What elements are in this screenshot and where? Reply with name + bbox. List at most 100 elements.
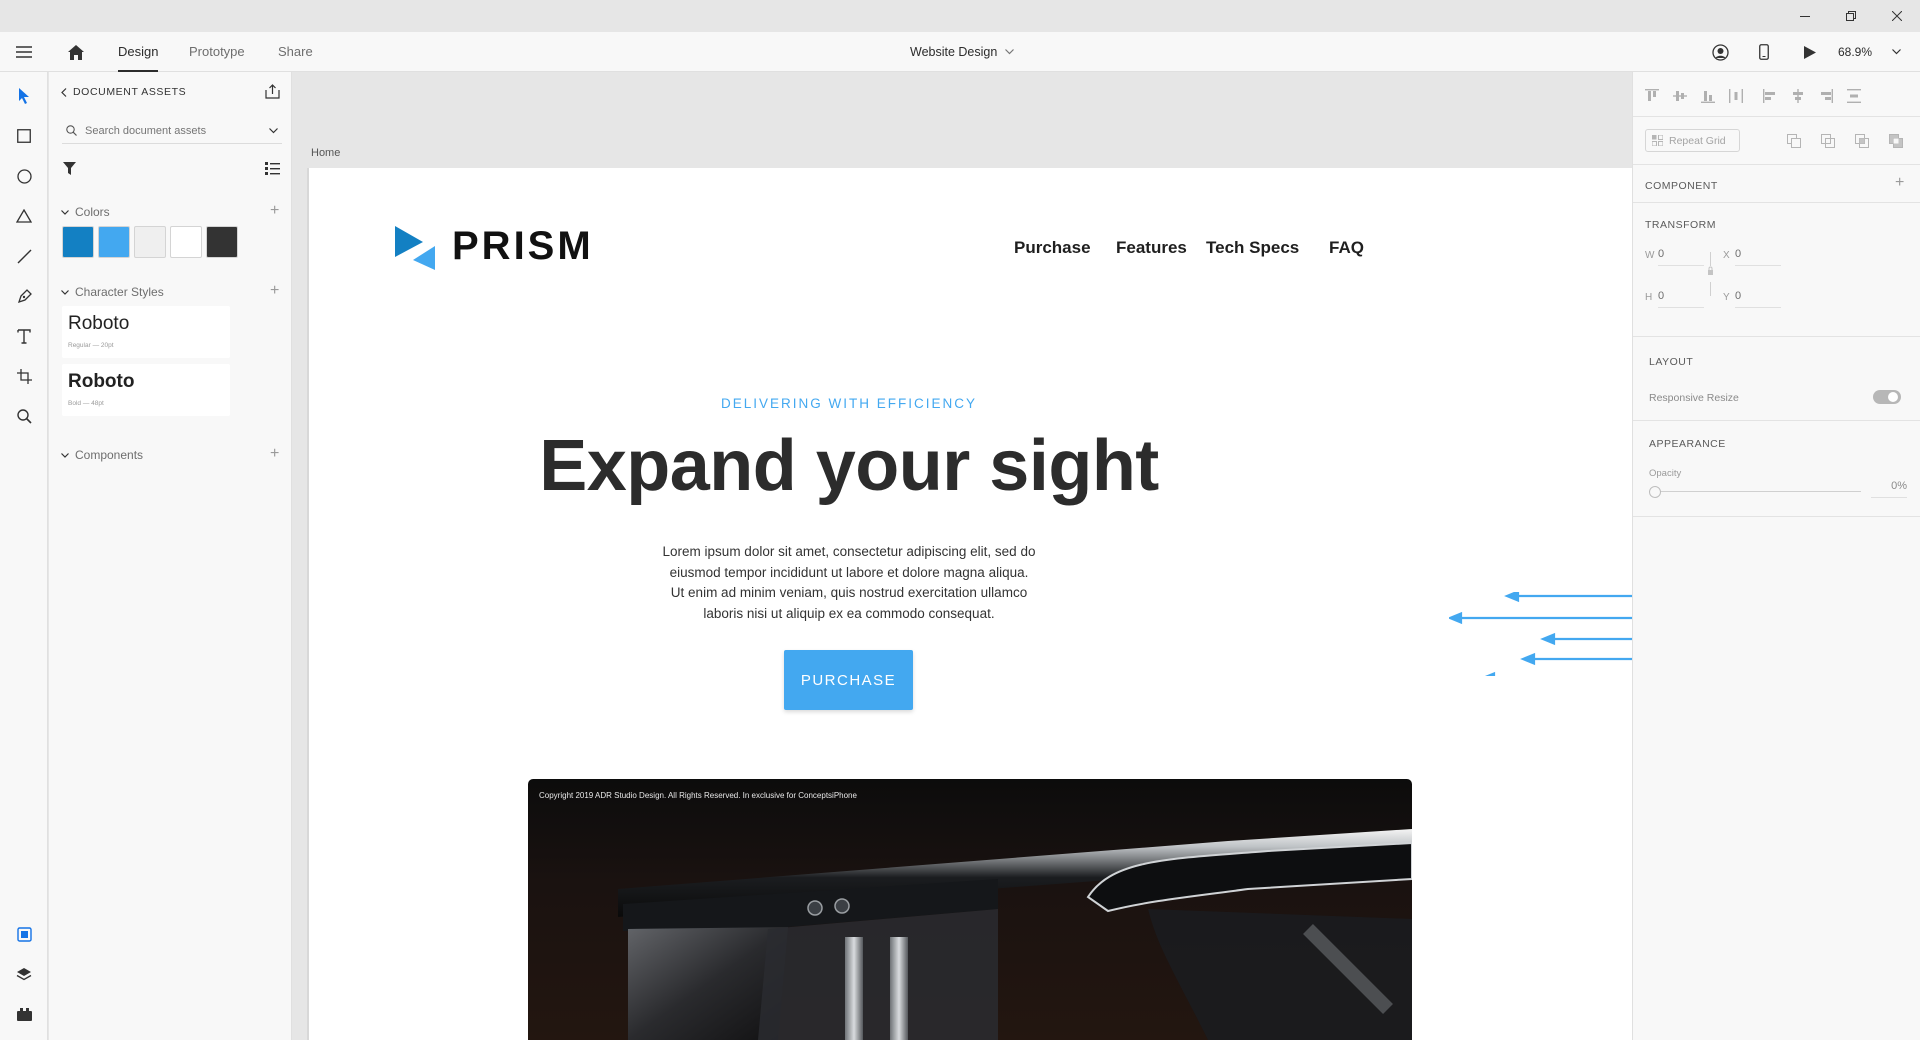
tab-design[interactable]: Design [118,32,159,72]
assets-panel-button[interactable] [12,922,36,946]
colors-section-toggle[interactable]: Colors [61,205,110,219]
character-style-card[interactable]: Roboto Regular — 20pt [62,306,230,358]
minimize-button[interactable] [1782,0,1828,32]
boolean-subtract-icon[interactable] [1821,134,1835,148]
align-middle-icon[interactable] [1673,89,1687,103]
user-icon [1711,43,1729,61]
height-label: H [1645,292,1653,303]
prism-logo[interactable] [395,226,435,275]
polygon-tool[interactable] [12,204,36,228]
hero-body: Lorem ipsum dolor sit amet, consectetur … [309,542,1389,624]
responsive-resize-toggle[interactable] [1873,390,1901,404]
color-swatch-2[interactable] [98,226,130,258]
chevron-down-icon [61,452,69,458]
nav-link-tech-specs[interactable]: Tech Specs [1206,238,1299,258]
hero-body-line: eiusmod tempor incididunt ut labore et d… [669,564,1029,580]
align-bottom-icon[interactable] [1701,89,1715,103]
divider [1633,164,1920,165]
appearance-section-title: APPEARANCE [1649,438,1726,450]
home-button[interactable] [64,40,88,64]
add-character-style-button[interactable]: + [270,282,279,300]
color-swatch-5[interactable] [206,226,238,258]
components-toggle[interactable]: Components [61,448,143,462]
opacity-slider-thumb[interactable] [1649,486,1661,498]
product-hero-image[interactable]: Copyright 2019 ADR Studio Design. All Ri… [528,779,1412,1040]
divider [1633,116,1920,117]
design-canvas[interactable]: Home PRISM Purchase Features Tech Specs … [292,72,1632,1040]
line-tool[interactable] [12,244,36,268]
distribute-horizontal-icon[interactable] [1729,89,1743,103]
nav-link-faq[interactable]: FAQ [1329,238,1364,258]
zoom-dropdown[interactable]: 68.9% [1838,32,1901,72]
account-button[interactable] [1708,40,1732,64]
y-position-field[interactable]: 0 [1735,286,1781,308]
properties-panel: Repeat Grid COMPONENT + TRANSFORM W 0 H … [1632,72,1920,1040]
character-style-detail: Regular — 20pt [68,342,114,349]
tab-share[interactable]: Share [278,32,313,72]
nav-link-purchase[interactable]: Purchase [1014,238,1091,258]
opacity-field[interactable]: 0% [1871,476,1907,498]
close-window-button[interactable] [1874,0,1920,32]
tab-design-label: Design [118,44,159,59]
document-title-dropdown[interactable]: Website Design [910,32,1015,72]
plus-icon: + [270,202,280,219]
artboard-name[interactable]: Home [311,147,340,159]
search-icon [16,408,32,424]
height-field[interactable]: 0 [1658,286,1704,308]
boolean-intersect-icon[interactable] [1855,134,1869,148]
layers-panel-button[interactable] [12,962,36,986]
width-field[interactable]: 0 [1658,244,1704,266]
rectangle-tool[interactable] [12,124,36,148]
align-left-icon[interactable] [1763,89,1777,103]
pen-tool[interactable] [12,284,36,308]
triangle-icon [16,209,32,223]
artboard-tool[interactable] [12,364,36,388]
list-view-button[interactable] [265,162,280,180]
prototype-wire-arrows[interactable] [1449,592,1632,676]
x-position-field[interactable]: 0 [1735,244,1781,266]
assets-icon [16,926,32,942]
export-assets-button[interactable] [265,84,281,100]
color-swatch-4[interactable] [170,226,202,258]
pen-icon [17,288,32,303]
color-swatch-3[interactable] [134,226,166,258]
chevron-down-icon[interactable] [269,127,278,134]
opacity-slider[interactable] [1649,486,1861,498]
zoom-tool[interactable] [12,404,36,428]
height-value: 0 [1658,290,1665,302]
tab-prototype[interactable]: Prototype [189,32,245,72]
add-component-button[interactable]: + [270,445,279,463]
asset-search-field[interactable] [62,118,282,144]
character-style-card[interactable]: Roboto Bold — 48pt [62,364,230,416]
filter-button[interactable] [63,162,76,180]
align-right-icon[interactable] [1819,89,1833,103]
character-styles-toggle[interactable]: Character Styles [61,285,164,299]
artboard-home[interactable]: PRISM Purchase Features Tech Specs FAQ D… [309,168,1632,1040]
purchase-cta-button[interactable]: PURCHASE [784,650,913,710]
add-color-button[interactable]: + [270,202,279,220]
device-preview-button[interactable] [1752,40,1776,64]
add-component-from-props-button[interactable]: + [1895,174,1904,192]
component-section-title: COMPONENT [1645,180,1718,192]
lock-aspect-button[interactable] [1707,252,1714,301]
hamburger-menu-button[interactable] [12,40,36,64]
select-tool[interactable] [12,84,36,108]
distribute-vertical-icon[interactable] [1847,89,1861,103]
ellipse-tool[interactable] [12,164,36,188]
repeat-grid-button[interactable]: Repeat Grid [1645,129,1740,152]
width-label: W [1645,250,1655,261]
align-top-icon[interactable] [1645,89,1659,103]
play-icon [1804,45,1816,59]
text-tool[interactable] [12,324,36,348]
nav-link-features[interactable]: Features [1116,238,1187,258]
boolean-exclude-icon[interactable] [1889,134,1903,148]
play-preview-button[interactable] [1798,40,1822,64]
assets-back-button[interactable]: DOCUMENT ASSETS [61,86,186,98]
restore-button[interactable] [1828,0,1874,32]
color-swatch-1[interactable] [62,226,94,258]
plugins-panel-button[interactable] [12,1002,36,1026]
align-center-icon[interactable] [1791,89,1805,103]
hamburger-icon [16,46,32,58]
boolean-add-icon[interactable] [1787,134,1801,148]
asset-search-input[interactable] [85,124,265,137]
